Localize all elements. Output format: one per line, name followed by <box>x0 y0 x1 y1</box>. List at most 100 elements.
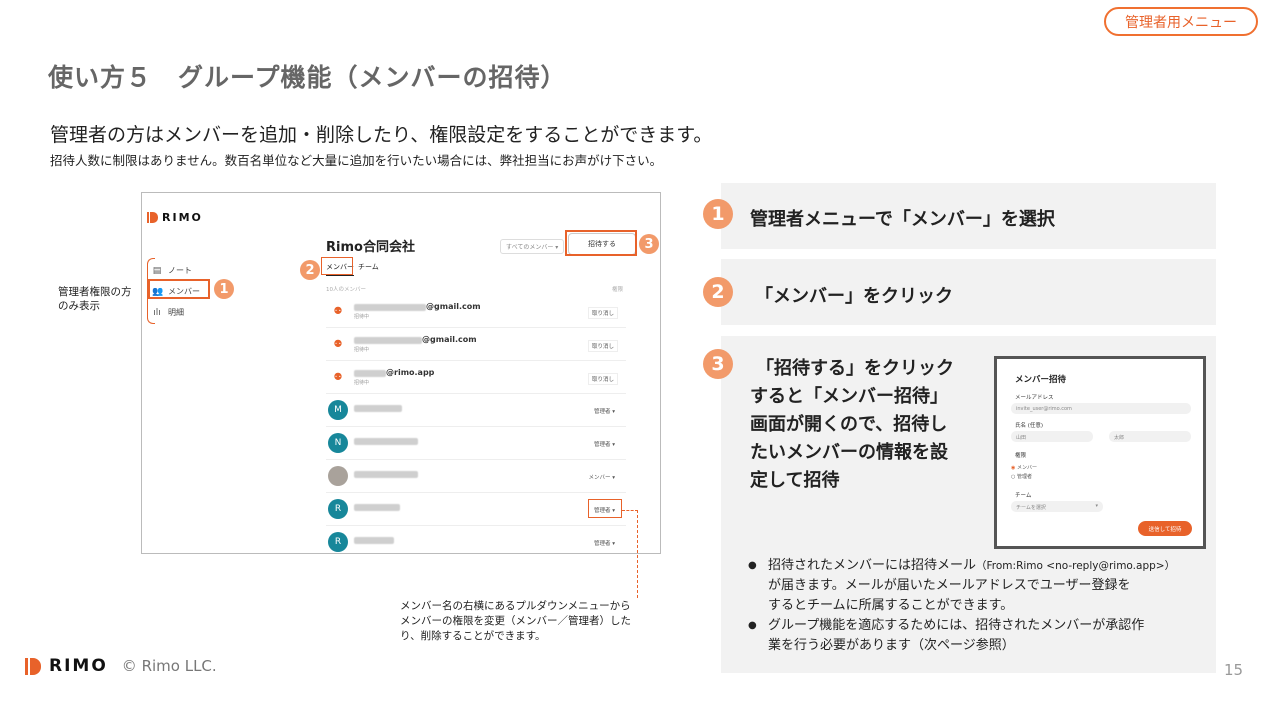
radio-label: メンバー <box>1016 465 1037 471</box>
redacted-name <box>354 537 394 544</box>
email-label: メールアドレス <box>1015 395 1054 401</box>
name-label: 氏名 (任意) <box>1015 423 1044 429</box>
bracket-marker <box>147 258 155 324</box>
sidebar-item-notes[interactable]: ▤ ノート <box>152 265 192 276</box>
dashed-connector <box>637 510 638 598</box>
redacted-name <box>354 337 422 344</box>
highlight-members-menu <box>148 279 210 299</box>
step-3-number: 3 <box>703 349 733 379</box>
note-line: り、削除することができます。 <box>400 630 546 642</box>
app-logo: RIMO <box>147 211 203 224</box>
dropdown-note: メンバー名の右横にあるプルダウンメニューから メンバーの権限を変更（メンバー／管… <box>400 599 631 644</box>
list-item: グループ機能を適応するためには、招待されたメンバーが承認作 業を行う必要がありま… <box>748 616 1175 656</box>
table-row: メンバー ▾ <box>326 461 626 493</box>
role-dropdown[interactable]: 管理者 ▾ <box>591 406 618 416</box>
step-1-number: 1 <box>703 199 733 229</box>
app-logo-text: RIMO <box>162 211 203 224</box>
cancel-invite-button[interactable]: 取り消し <box>587 307 618 319</box>
lead-text: 管理者の方はメンバーを追加・削除したり、権限設定をすることができます。 <box>50 124 713 146</box>
modal-title: メンバー招待 <box>1015 375 1067 385</box>
redacted-name <box>354 438 418 445</box>
email-suffix: @gmail.com <box>422 335 477 344</box>
first-name-field[interactable]: 太郎 <box>1109 431 1191 442</box>
sidebar-item-label: 明細 <box>168 308 184 317</box>
member-count: 10人のメンバー <box>326 287 366 293</box>
table-row: M 管理者 ▾ <box>326 395 626 427</box>
bullet-text: するとチームに所属することができます。 <box>768 598 1014 613</box>
cancel-invite-button[interactable]: 取り消し <box>587 373 618 385</box>
avatar: R <box>328 532 348 552</box>
table-row: R 管理者 ▾ <box>326 527 626 553</box>
chevron-down-icon: ▾ <box>1095 503 1098 509</box>
pending-user-icon: ⚉ <box>333 305 343 317</box>
step-3-line: 「招待する」をクリック <box>756 358 954 379</box>
step-3-line: たいメンバーの情報を設 <box>750 442 948 463</box>
note-line: のみ表示 <box>58 300 100 312</box>
role-column-header: 権限 <box>612 287 624 293</box>
step-2-number: 2 <box>703 277 733 307</box>
table-row: N 管理者 ▾ <box>326 428 626 460</box>
team-select[interactable]: チームを選択 ▾ <box>1011 501 1103 512</box>
avatar: R <box>328 499 348 519</box>
pending-user-icon: ⚉ <box>333 338 343 350</box>
team-select-placeholder: チームを選択 <box>1016 505 1046 511</box>
highlight-invite-button <box>565 230 637 256</box>
redacted-name <box>354 405 402 412</box>
table-row: ⚉ @gmail.com 招待中 取り消し <box>326 296 626 328</box>
redacted-name <box>354 370 386 377</box>
bullet-text: が届きます。メールが届いたメールアドレスでユーザー登録を <box>768 578 1131 593</box>
last-name-field[interactable]: 山田 <box>1011 431 1093 442</box>
invite-status: 招待中 <box>354 314 370 320</box>
bullet-text: 業を行う必要があります（次ページ参照） <box>768 638 1015 653</box>
step-3-text: 「招待する」をクリック すると「メンバー招待」 画面が開くので、招待し たいメン… <box>750 355 954 495</box>
page-number: 15 <box>1224 661 1244 679</box>
member-filter-select[interactable]: すべてのメンバー ▾ <box>500 239 565 254</box>
table-row: ⚉ @gmail.com 招待中 取り消し <box>326 329 626 361</box>
sidebar-item-label: ノート <box>168 266 192 275</box>
role-dropdown[interactable]: メンバー ▾ <box>585 472 618 482</box>
highlight-members-tab <box>321 257 353 275</box>
rimo-logo-icon <box>147 212 158 223</box>
avatar: N <box>328 433 348 453</box>
table-row: R 管理者 ▾ <box>326 494 626 526</box>
role-dropdown[interactable]: 管理者 ▾ <box>591 538 618 548</box>
page-title: 使い方５ グループ機能（メンバーの招待） <box>48 63 567 92</box>
avatar-photo <box>328 466 348 486</box>
invite-status: 招待中 <box>354 347 370 353</box>
sender-address: （From:Rimo <no-reply@rimo.app>） <box>976 560 1176 572</box>
sublead-text: 招待人数に制限はありません。数百名単位など大量に追加を行いたい場合には、弊社担当… <box>50 153 663 168</box>
send-invite-button[interactable]: 送信して招待 <box>1138 521 1192 536</box>
note-line: 管理者権限の方 <box>58 286 132 298</box>
note-line: メンバー名の右横にあるプルダウンメニューから <box>400 600 631 612</box>
step-marker-3: 3 <box>639 234 659 254</box>
redacted-name <box>354 304 426 311</box>
step-3-line: すると「メンバー招待」 <box>750 386 948 407</box>
role-radio-admin[interactable]: ○ 管理者 <box>1011 473 1032 480</box>
step-2-text: 「メンバー」をクリック <box>755 286 953 307</box>
tab-teams[interactable]: チーム <box>358 262 379 276</box>
role-radio-member[interactable]: ◉ メンバー <box>1011 464 1037 471</box>
email-suffix: @rimo.app <box>386 368 435 377</box>
role-dropdown[interactable]: 管理者 ▾ <box>591 439 618 449</box>
sidebar-item-billing[interactable]: ılı 明細 <box>152 307 184 318</box>
invite-status: 招待中 <box>354 380 370 386</box>
highlight-role-dropdown <box>588 499 622 518</box>
radio-empty-icon: ○ <box>1011 474 1016 480</box>
note-line: メンバーの権限を変更（メンバー／管理者）した <box>400 615 631 627</box>
copyright: © Rimo LLC. <box>121 657 217 675</box>
footer-logo: RIMO © Rimo LLC. <box>25 656 217 676</box>
admin-menu-badge: 管理者用メニュー <box>1104 7 1258 36</box>
bullet-text: 招待されたメンバーには招待メール <box>768 558 977 573</box>
redacted-name <box>354 471 418 478</box>
cancel-invite-button[interactable]: 取り消し <box>587 340 618 352</box>
invite-modal: メンバー招待 メールアドレス invite_user@rimo.com 氏名 (… <box>994 356 1206 549</box>
notes-list: 招待されたメンバーには招待メール（From:Rimo <no-reply@rim… <box>748 556 1175 656</box>
rimo-logo-icon <box>25 657 41 675</box>
step-marker-2: 2 <box>300 260 320 280</box>
team-label: チーム <box>1015 493 1032 499</box>
pending-user-icon: ⚉ <box>333 371 343 383</box>
bullet-text: グループ機能を適応するためには、招待されたメンバーが承認作 <box>768 618 1145 633</box>
admin-only-note: 管理者権限の方 のみ表示 <box>58 285 132 313</box>
email-field[interactable]: invite_user@rimo.com <box>1011 403 1191 414</box>
step-3-line: 定して招待 <box>750 470 840 491</box>
